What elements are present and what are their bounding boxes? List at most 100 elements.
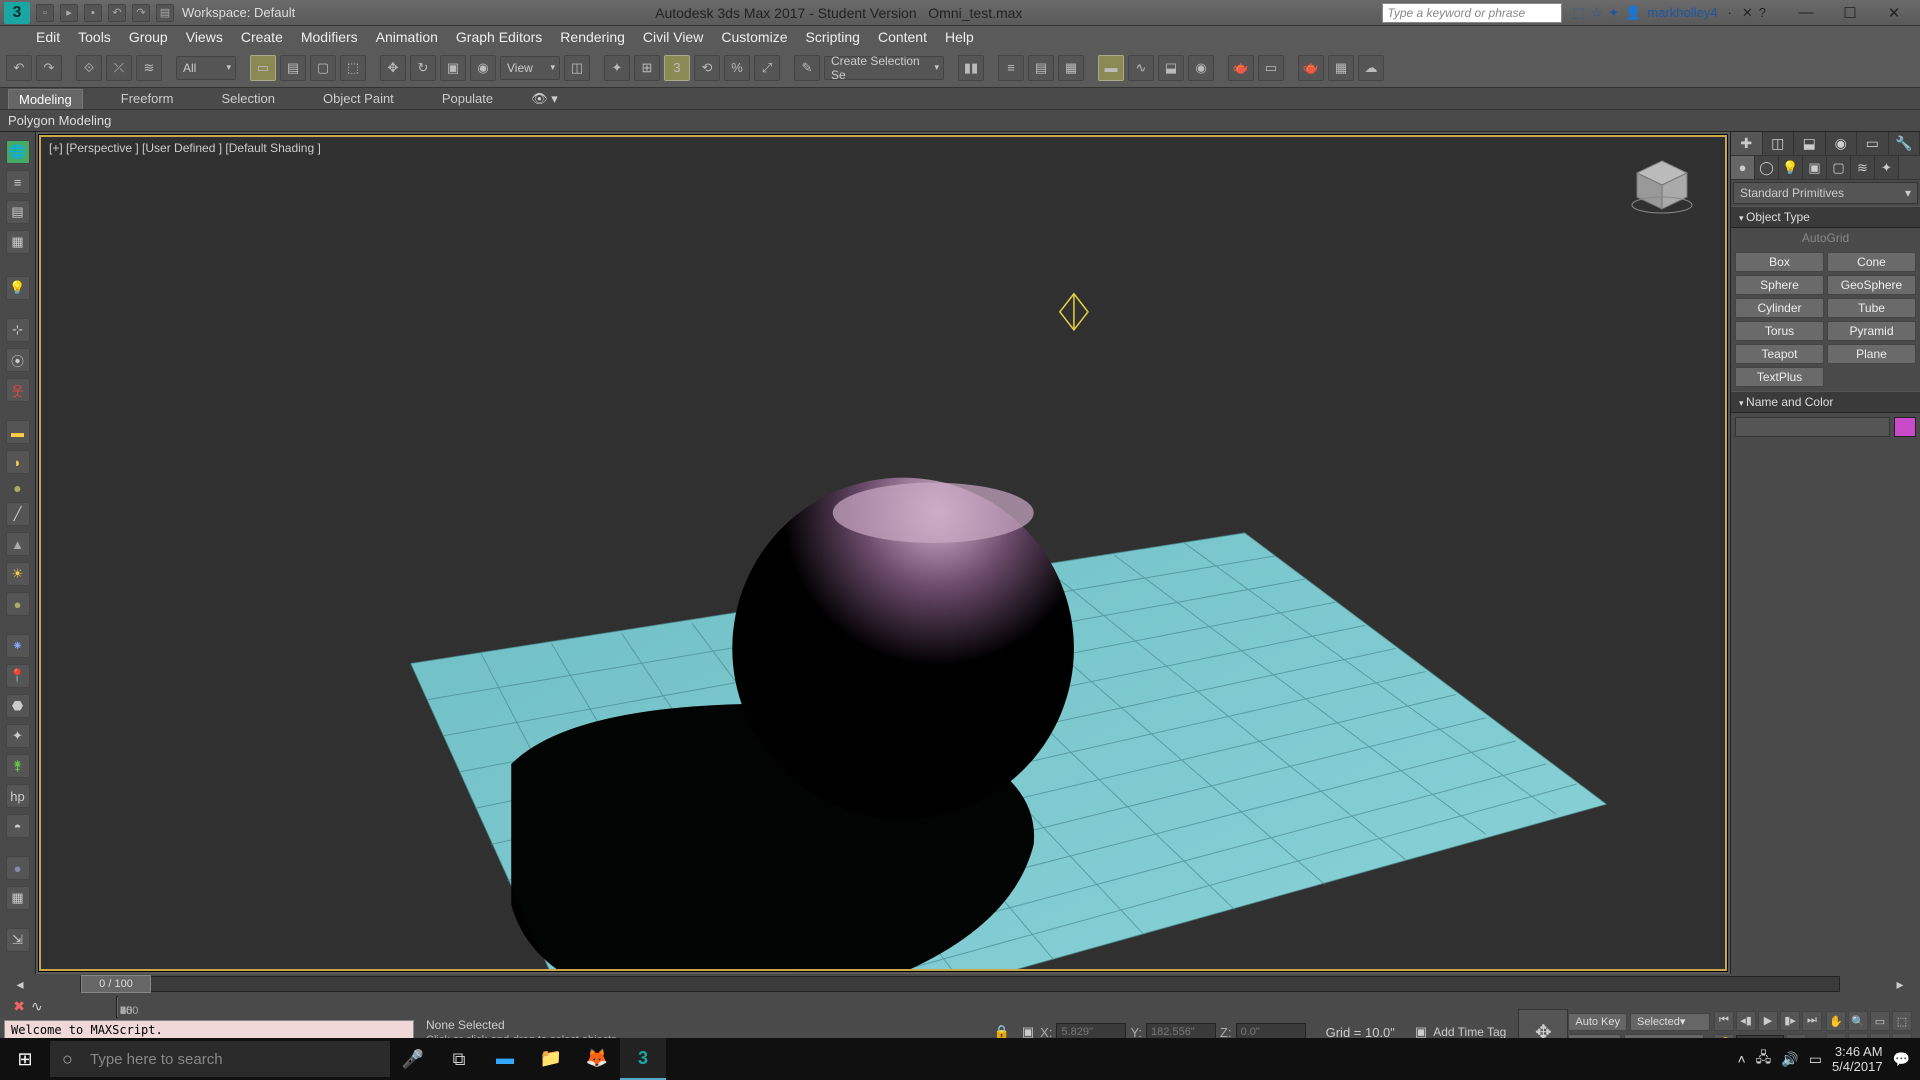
menu-help[interactable]: Help <box>945 29 974 45</box>
autokey-button[interactable]: Auto Key <box>1568 1013 1627 1031</box>
obj-plane[interactable]: Plane <box>1827 344 1916 364</box>
nav-zoom-all-button[interactable]: ⬚ <box>1892 1011 1912 1031</box>
lt-helper-icon[interactable]: ✦ <box>6 724 30 748</box>
undo-icon[interactable]: ↶ <box>108 4 126 22</box>
redo-button[interactable]: ↷ <box>36 55 62 81</box>
app-3dsmax[interactable]: 3 <box>620 1038 666 1080</box>
mirror-button[interactable]: ▮▮ <box>958 55 984 81</box>
lt-bone-icon[interactable]: ⦿ <box>6 348 30 372</box>
minimize-button[interactable]: — <box>1784 1 1828 25</box>
menu-scripting[interactable]: Scripting <box>805 29 859 45</box>
help-icon[interactable]: ? <box>1759 5 1766 20</box>
workspace-dropdown[interactable]: Workspace: Default <box>182 5 295 20</box>
layer-explorer-button[interactable]: ▦ <box>1058 55 1084 81</box>
nav-zoom-button[interactable]: 🔍 <box>1848 1011 1868 1031</box>
obj-sphere[interactable]: Sphere <box>1735 275 1824 295</box>
timeline-next-icon[interactable]: ▸ <box>1880 976 1920 993</box>
menu-civil-view[interactable]: Civil View <box>643 29 703 45</box>
taskbar-clock[interactable]: 3:46 AM5/4/2017 <box>1832 1044 1883 1074</box>
lt-particles-icon[interactable]: ⁕ <box>6 634 30 658</box>
app-edge[interactable]: ▬ <box>482 1038 528 1080</box>
edit-sel-button[interactable]: ✎ <box>794 55 820 81</box>
add-time-tag[interactable]: Add Time Tag <box>1433 1025 1506 1039</box>
obj-geosphere[interactable]: GeoSphere <box>1827 275 1916 295</box>
ribbon-tab-modeling[interactable]: Modeling <box>8 89 83 109</box>
user-icon[interactable]: 👤 <box>1625 5 1641 21</box>
render-online-button[interactable]: ☁ <box>1358 55 1384 81</box>
render-iter-button[interactable]: ▦ <box>1328 55 1354 81</box>
menu-customize[interactable]: Customize <box>721 29 787 45</box>
ribbon-panel[interactable]: Polygon Modeling <box>0 110 1920 132</box>
time-ruler[interactable]: 0510152025303540455055606570758085909510… <box>116 996 118 1018</box>
percent-snap-button[interactable]: % <box>724 55 750 81</box>
select-window-button[interactable]: ⬚ <box>340 55 366 81</box>
lt-line-icon[interactable]: ╱ <box>6 502 30 526</box>
lt-plane-icon[interactable]: ▬ <box>6 420 30 444</box>
lt-grass-icon[interactable]: ⚵ <box>6 754 30 778</box>
time-slider-thumb[interactable]: 0 / 100 <box>81 975 151 993</box>
username[interactable]: markholley4 <box>1647 5 1717 20</box>
object-color-swatch[interactable] <box>1894 417 1916 437</box>
goto-end-button[interactable]: ⏭ <box>1802 1011 1822 1031</box>
obj-box[interactable]: Box <box>1735 252 1824 272</box>
lt-cone-icon[interactable]: ▲ <box>6 532 30 556</box>
render-prod-button[interactable]: 🫖 <box>1298 55 1324 81</box>
cameras-icon[interactable]: ▣ <box>1803 156 1827 179</box>
lt-sphere-icon[interactable]: ● <box>13 480 21 496</box>
lt-grid-icon[interactable]: ▦ <box>6 230 30 254</box>
spacewarps-icon[interactable]: ≋ <box>1851 156 1875 179</box>
tray-volume-icon[interactable]: 🔊 <box>1781 1051 1798 1068</box>
timeline-prev-icon[interactable]: ◂ <box>0 976 40 993</box>
create-tab[interactable]: ✚ <box>1731 132 1763 155</box>
lt-camera-icon[interactable]: ⬣ <box>6 694 30 718</box>
autogrid-checkbox[interactable]: AutoGrid <box>1731 228 1920 248</box>
ribbon-tab-selection[interactable]: Selection <box>212 89 285 108</box>
angle-snap-button[interactable]: ⟲ <box>694 55 720 81</box>
ribbon-tab-objectpaint[interactable]: Object Paint <box>313 89 404 108</box>
menu-tools[interactable]: Tools <box>78 29 111 45</box>
task-view-icon[interactable]: ⧉ <box>436 1038 482 1080</box>
place-button[interactable]: ◉ <box>470 55 496 81</box>
shapes-icon[interactable]: ◯ <box>1755 156 1779 179</box>
lt-ball-icon[interactable]: ● <box>6 592 30 616</box>
nav-pan-button[interactable]: ✋ <box>1826 1011 1846 1031</box>
render-setup-button[interactable]: 🫖 <box>1228 55 1254 81</box>
taskbar-search-input[interactable]: Type here to search <box>50 1041 390 1077</box>
menu-animation[interactable]: Animation <box>376 29 438 45</box>
utilities-tab[interactable]: 🔧 <box>1889 132 1920 155</box>
app-explorer[interactable]: 📁 <box>528 1038 574 1080</box>
lt-list-icon[interactable]: ≡ <box>6 170 30 194</box>
selection-filter-dropdown[interactable]: All <box>176 56 236 80</box>
link-button[interactable]: ⟐ <box>76 55 102 81</box>
perspective-viewport[interactable]: [+] [Perspective ] [User Defined ] [Defa… <box>38 134 1728 972</box>
obj-tube[interactable]: Tube <box>1827 298 1916 318</box>
nav-fov-button[interactable]: ▭ <box>1870 1011 1890 1031</box>
obj-pyramid[interactable]: Pyramid <box>1827 321 1916 341</box>
play-button[interactable]: ▶ <box>1758 1011 1778 1031</box>
curve-editor-button[interactable]: ∿ <box>1128 55 1154 81</box>
fav-icon[interactable]: ✦ <box>1608 5 1619 21</box>
object-name-input[interactable] <box>1735 417 1890 437</box>
start-button[interactable]: ⊞ <box>0 1038 50 1080</box>
obj-textplus[interactable]: TextPlus <box>1735 367 1824 387</box>
undo-button[interactable]: ↶ <box>6 55 32 81</box>
menu-views[interactable]: Views <box>186 29 223 45</box>
align-button[interactable]: ≡ <box>998 55 1024 81</box>
lt-node-icon[interactable]: ⊹ <box>6 318 30 342</box>
select-rect-button[interactable]: ▢ <box>310 55 336 81</box>
ribbon-eye-icon[interactable]: 👁 ▾ <box>531 91 558 107</box>
app-logo[interactable]: 3 <box>4 2 30 24</box>
ref-coord-dropdown[interactable]: View <box>500 56 560 80</box>
lt-mat-icon[interactable]: ● <box>6 856 30 880</box>
material-editor-button[interactable]: ◉ <box>1188 55 1214 81</box>
select-object-button[interactable]: ▭ <box>250 55 276 81</box>
goto-start-button[interactable]: ⏮ <box>1714 1011 1734 1031</box>
scale-button[interactable]: ▣ <box>440 55 466 81</box>
rollout-object-type[interactable]: Object Type <box>1731 206 1920 228</box>
obj-cylinder[interactable]: Cylinder <box>1735 298 1824 318</box>
schematic-button[interactable]: ⬓ <box>1158 55 1184 81</box>
key-mode-dropdown[interactable]: Selected ▾ <box>1630 1013 1710 1031</box>
save-icon[interactable]: ▪ <box>84 4 102 22</box>
new-icon[interactable]: ▫ <box>36 4 54 22</box>
keyboard-button[interactable]: ⊞ <box>634 55 660 81</box>
